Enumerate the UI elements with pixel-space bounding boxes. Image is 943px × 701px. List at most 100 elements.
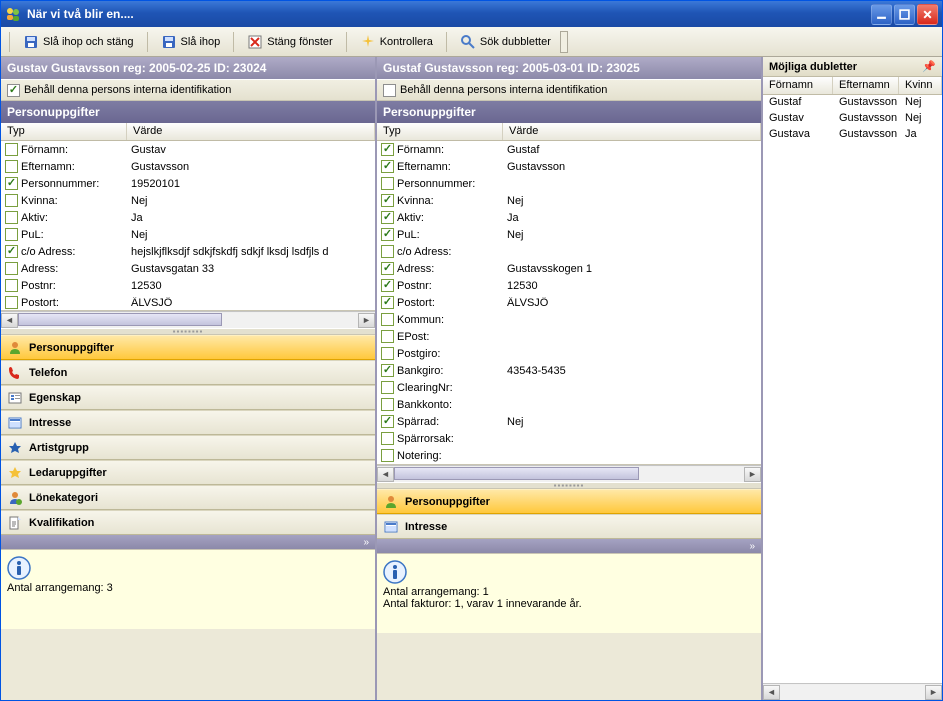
scroll-right-arrow[interactable]: ► (925, 685, 942, 700)
mid-keep-checkbox[interactable] (383, 84, 396, 97)
dup-col-female[interactable]: Kvinn (899, 77, 942, 94)
duplicate-row[interactable]: GustavGustavssonNej (763, 111, 942, 127)
table-row[interactable]: Efternamn:Gustavsson (377, 158, 761, 175)
table-row[interactable]: Förnamn:Gustav (1, 141, 375, 158)
merge-close-button[interactable]: Slå ihop och stäng (16, 31, 141, 53)
close-button[interactable] (917, 4, 938, 25)
row-checkbox[interactable] (5, 262, 18, 275)
table-row[interactable]: ClearingNr: (377, 379, 761, 396)
col-val-header[interactable]: Värde (127, 123, 375, 140)
left-grid[interactable]: Typ Värde Förnamn:GustavEfternamn:Gustav… (1, 123, 375, 311)
row-checkbox[interactable] (381, 228, 394, 241)
row-checkbox[interactable] (5, 279, 18, 292)
nav-item-personuppgifter[interactable]: Personuppgifter (377, 489, 761, 514)
row-checkbox[interactable] (381, 313, 394, 326)
left-expand-bar[interactable]: » (1, 535, 375, 549)
table-row[interactable]: c/o Adress:hejslkjflksdjf sdkjfskdfj sdk… (1, 243, 375, 260)
row-checkbox[interactable] (381, 398, 394, 411)
row-checkbox[interactable] (5, 194, 18, 207)
row-checkbox[interactable] (381, 279, 394, 292)
table-row[interactable]: Spärrorsak: (377, 430, 761, 447)
row-checkbox[interactable] (381, 415, 394, 428)
maximize-button[interactable] (894, 4, 915, 25)
row-checkbox[interactable] (381, 160, 394, 173)
table-row[interactable]: Postgiro: (377, 345, 761, 362)
pin-icon[interactable]: 📌 (922, 60, 936, 73)
table-row[interactable]: Spärrad:Nej (377, 413, 761, 430)
merge-button[interactable]: Slå ihop (154, 31, 228, 53)
nav-item-intresse[interactable]: Intresse (377, 514, 761, 539)
table-row[interactable]: Bankkonto: (377, 396, 761, 413)
scroll-thumb[interactable] (394, 467, 639, 480)
dup-col-lastname[interactable]: Efternamn (833, 77, 899, 94)
table-row[interactable]: PuL:Nej (377, 226, 761, 243)
table-row[interactable]: Bankgiro:43543-5435 (377, 362, 761, 379)
right-hscroll[interactable]: ◄ ► (763, 683, 942, 700)
row-checkbox[interactable] (5, 211, 18, 224)
duplicate-row[interactable]: GustavaGustavssonJa (763, 127, 942, 143)
table-row[interactable]: Förnamn:Gustaf (377, 141, 761, 158)
table-row[interactable]: EPost: (377, 328, 761, 345)
row-checkbox[interactable] (381, 449, 394, 462)
table-row[interactable]: Postnr:12530 (377, 277, 761, 294)
nav-item-personuppgifter[interactable]: Personuppgifter (1, 335, 375, 360)
row-checkbox[interactable] (381, 194, 394, 207)
col-typ-header[interactable]: Typ (1, 123, 127, 140)
scroll-right-arrow[interactable]: ► (744, 467, 761, 482)
nav-item-ledaruppgifter[interactable]: Ledaruppgifter (1, 460, 375, 485)
table-row[interactable]: Postort:ÄLVSJÖ (377, 294, 761, 311)
table-row[interactable]: PuL:Nej (1, 226, 375, 243)
table-row[interactable]: Kvinna:Nej (1, 192, 375, 209)
row-checkbox[interactable] (381, 262, 394, 275)
row-checkbox[interactable] (5, 296, 18, 309)
nav-item-egenskap[interactable]: Egenskap (1, 385, 375, 410)
row-checkbox[interactable] (5, 143, 18, 156)
mid-grid[interactable]: Typ Värde Förnamn:GustafEfternamn:Gustav… (377, 123, 761, 465)
table-row[interactable]: Postnr:12530 (1, 277, 375, 294)
duplicates-grid[interactable]: Förnamn Efternamn Kvinn GustafGustavsson… (763, 77, 942, 683)
scroll-track[interactable] (780, 685, 925, 700)
row-checkbox[interactable] (381, 330, 394, 343)
row-checkbox[interactable] (381, 347, 394, 360)
row-checkbox[interactable] (5, 160, 18, 173)
row-checkbox[interactable] (381, 432, 394, 445)
search-dup-button[interactable]: Sök dubbletter (453, 31, 558, 53)
table-row[interactable]: c/o Adress: (377, 243, 761, 260)
row-checkbox[interactable] (5, 245, 18, 258)
row-checkbox[interactable] (381, 245, 394, 258)
col-typ-header[interactable]: Typ (377, 123, 503, 140)
table-row[interactable]: Postort:ÄLVSJÖ (1, 294, 375, 311)
row-checkbox[interactable] (381, 211, 394, 224)
gripper[interactable]: ▪▪▪▪▪▪▪▪ (377, 482, 761, 489)
table-row[interactable]: Efternamn:Gustavsson (1, 158, 375, 175)
row-checkbox[interactable] (381, 143, 394, 156)
scroll-left-arrow[interactable]: ◄ (1, 313, 18, 328)
table-row[interactable]: Adress:Gustavsskogen 1 (377, 260, 761, 277)
nav-item-telefon[interactable]: Telefon (1, 360, 375, 385)
table-row[interactable]: Adress:Gustavsgatan 33 (1, 260, 375, 277)
close-windows-button[interactable]: Stäng fönster (240, 31, 339, 53)
left-keep-checkbox[interactable] (7, 84, 20, 97)
table-row[interactable]: Kommun: (377, 311, 761, 328)
scroll-track[interactable] (394, 467, 744, 482)
left-hscroll[interactable]: ◄ ► (1, 311, 375, 328)
row-checkbox[interactable] (381, 381, 394, 394)
row-checkbox[interactable] (381, 177, 394, 190)
nav-item-artistgrupp[interactable]: Artistgrupp (1, 435, 375, 460)
minimize-button[interactable] (871, 4, 892, 25)
scroll-left-arrow[interactable]: ◄ (763, 685, 780, 700)
table-row[interactable]: Aktiv:Ja (1, 209, 375, 226)
mid-hscroll[interactable]: ◄ ► (377, 465, 761, 482)
nav-item-intresse[interactable]: Intresse (1, 410, 375, 435)
dup-col-firstname[interactable]: Förnamn (763, 77, 833, 94)
scroll-thumb[interactable] (18, 313, 222, 326)
scroll-track[interactable] (18, 313, 358, 328)
table-row[interactable]: Personnummer: (377, 175, 761, 192)
row-checkbox[interactable] (381, 364, 394, 377)
duplicate-row[interactable]: GustafGustavssonNej (763, 95, 942, 111)
row-checkbox[interactable] (5, 228, 18, 241)
scroll-right-arrow[interactable]: ► (358, 313, 375, 328)
table-row[interactable]: Personnummer:19520101 (1, 175, 375, 192)
nav-item-kvalifikation[interactable]: Kvalifikation (1, 510, 375, 535)
nav-item-lönekategori[interactable]: Lönekategori (1, 485, 375, 510)
